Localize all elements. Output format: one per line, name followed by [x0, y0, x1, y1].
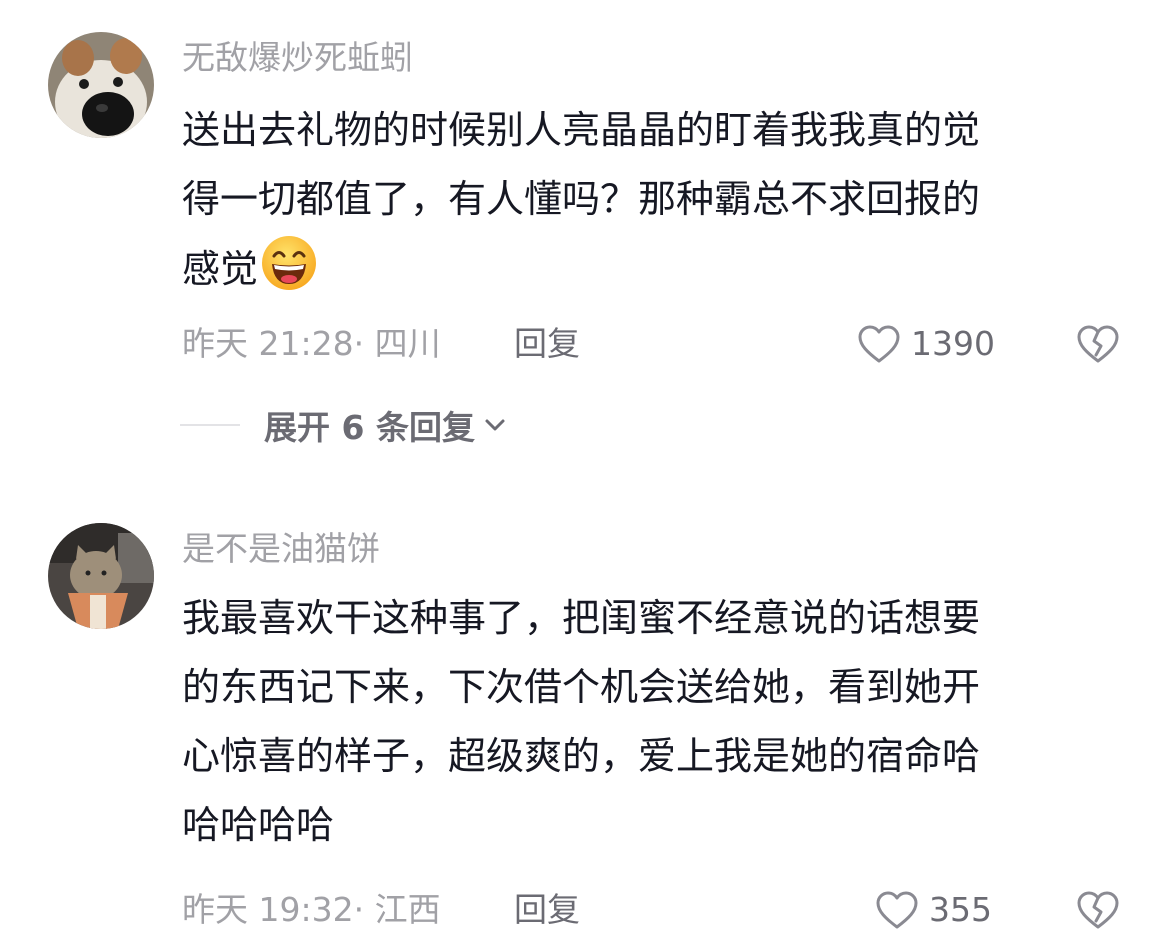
user-avatar[interactable] — [48, 523, 154, 629]
comment-text: 送出去礼物的时候别人亮晶晶的盯着我我真的觉 得一切都值了，有人懂吗？那种霸总不求… — [182, 96, 1117, 314]
like-button[interactable]: 1390 — [857, 320, 995, 368]
comment-meta: 昨天 19:32· 江西 回复 355 — [182, 886, 1170, 934]
like-count: 355 — [929, 890, 992, 929]
grinning-face-emoji-icon — [260, 234, 318, 314]
comment-line: 我最喜欢干这种事了，把闺蜜不经意说的话想要 — [182, 596, 981, 640]
expand-replies-button[interactable]: 展开 6 条回复 — [180, 401, 507, 449]
cat-avatar-icon — [48, 523, 154, 629]
comment-text: 我最喜欢干这种事了，把闺蜜不经意说的话想要 的东西记下来，下次借个机会送给她，看… — [182, 584, 1117, 860]
dog-avatar-icon — [48, 32, 154, 138]
timestamp-location: 昨天 21:28· 四川 — [182, 324, 441, 363]
timestamp-location: 昨天 19:32· 江西 — [182, 890, 441, 929]
reply-button[interactable]: 回复 — [514, 320, 580, 368]
username[interactable]: 无敌爆炒死蚯蚓 — [182, 38, 413, 78]
chevron-down-icon — [485, 419, 505, 431]
comment-line: 心惊喜的样子，超级爽的，爱上我是她的宿命哈 — [182, 734, 981, 778]
heart-icon — [876, 891, 918, 929]
comment-line: 送出去礼物的时候别人亮晶晶的盯着我我真的觉 — [182, 108, 981, 152]
broken-heart-icon — [1077, 891, 1119, 929]
like-count: 1390 — [911, 324, 995, 363]
comment-line: 哈哈哈哈 — [182, 803, 335, 847]
comment-line: 得一切都值了，有人懂吗？那种霸总不求回报的 — [182, 177, 981, 221]
heart-icon — [858, 325, 900, 363]
broken-heart-icon — [1077, 325, 1119, 363]
dislike-button[interactable] — [1076, 324, 1120, 377]
reply-button[interactable]: 回复 — [514, 886, 580, 934]
comment-line-text: 感觉 — [182, 247, 259, 291]
comment-line: 感觉 — [182, 234, 1117, 314]
dislike-button[interactable] — [1076, 890, 1120, 943]
comment-line: 的东西记下来，下次借个机会送给她，看到她开 — [182, 665, 981, 709]
user-avatar[interactable] — [48, 32, 154, 138]
like-button[interactable]: 355 — [875, 886, 992, 934]
username[interactable]: 是不是油猫饼 — [182, 529, 380, 569]
expand-replies-label: 展开 6 条回复 — [264, 408, 475, 447]
comment-meta: 昨天 21:28· 四川 回复 1390 — [182, 320, 1170, 368]
divider-line — [180, 424, 240, 426]
